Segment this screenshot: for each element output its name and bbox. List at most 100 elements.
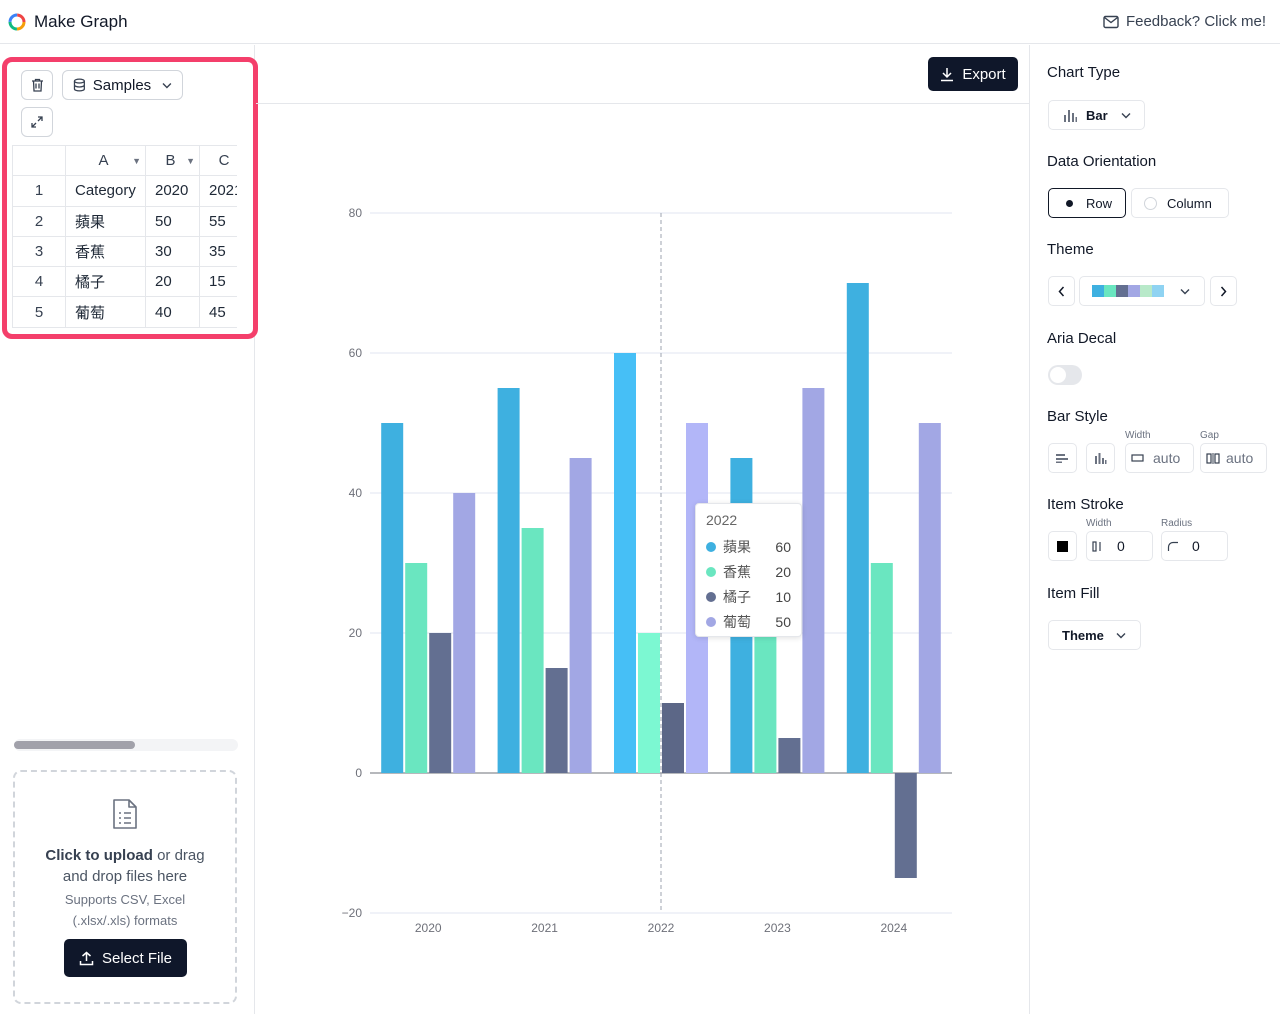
- expand-button[interactable]: [21, 107, 53, 137]
- bar: [521, 528, 544, 773]
- y-tick-label: 20: [349, 626, 363, 640]
- chart-area: Export −20 0 20 40 60 80 2020 2021 2022 2023 2024 …: [256, 45, 1030, 1014]
- stroke-width-input[interactable]: 0: [1086, 531, 1153, 561]
- table-row: 5 葡萄 40 45: [12, 296, 237, 328]
- grid-cell[interactable]: 香蕉: [65, 235, 146, 268]
- table-row: 1 Category 2020 2021: [12, 175, 237, 207]
- y-tick-label: 40: [349, 486, 363, 500]
- grid-cell[interactable]: 40: [145, 296, 200, 328]
- toggle-knob: [1050, 367, 1066, 383]
- caret-down-icon[interactable]: ▼: [132, 156, 141, 166]
- grid-cell[interactable]: 30: [145, 235, 200, 268]
- upload-link-text[interactable]: Click to upload: [45, 847, 153, 864]
- theme-select[interactable]: [1079, 276, 1205, 306]
- bar-vertical-button[interactable]: [1086, 443, 1115, 473]
- grid-cell[interactable]: 55: [199, 205, 237, 237]
- grid-cell[interactable]: 葡萄: [65, 296, 146, 328]
- theme-swatches: [1092, 285, 1164, 297]
- stroke-width-label: Width: [1086, 518, 1112, 529]
- theme-swatch: [1092, 285, 1104, 297]
- row-number: 5: [12, 296, 66, 328]
- bar: [569, 458, 592, 773]
- bar: [453, 493, 476, 773]
- grid-cell[interactable]: 50: [145, 205, 200, 237]
- chevron-down-icon: [1180, 288, 1190, 294]
- stroke-radius-input[interactable]: 0: [1161, 531, 1228, 561]
- theme-next-button[interactable]: [1210, 276, 1237, 306]
- feedback-link[interactable]: Feedback? Click me!: [1103, 13, 1266, 30]
- bar: [894, 773, 917, 878]
- samples-label: Samples: [92, 76, 152, 94]
- x-tick-label: 2022: [648, 921, 675, 935]
- grid-cell[interactable]: 45: [199, 296, 237, 328]
- column-header-a[interactable]: A ▼: [65, 145, 146, 177]
- chevron-down-icon: [162, 82, 172, 88]
- chart-type-select[interactable]: Bar: [1048, 100, 1145, 130]
- grid-cell[interactable]: Category: [65, 175, 146, 207]
- bar: [638, 633, 660, 773]
- grid-cell[interactable]: 橘子: [65, 266, 146, 298]
- grid-cell[interactable]: 2021: [199, 175, 237, 207]
- orientation-column-radio[interactable]: Column: [1131, 188, 1229, 218]
- feedback-label: Feedback? Click me!: [1125, 13, 1266, 30]
- select-file-button[interactable]: Select File: [64, 939, 187, 977]
- aria-decal-label: Aria Decal: [1047, 330, 1117, 347]
- expand-icon: [31, 116, 43, 128]
- column-header-c[interactable]: C▼: [199, 145, 237, 177]
- bar-gap-input[interactable]: auto: [1200, 443, 1267, 473]
- grid-header-row: A▼ B▼ C▼: [12, 145, 237, 177]
- bar: [545, 668, 568, 773]
- data-orientation-label: Data Orientation: [1047, 153, 1157, 170]
- bar: [778, 738, 801, 773]
- bar-width-input[interactable]: auto: [1125, 443, 1194, 473]
- row-number: 1: [12, 175, 66, 207]
- bar: [381, 423, 404, 773]
- trash-icon: [31, 78, 43, 92]
- mail-icon: [1103, 15, 1119, 28]
- orientation-row-radio[interactable]: Row: [1048, 188, 1126, 218]
- series-dot: [706, 541, 716, 552]
- grid-cell[interactable]: 20: [145, 266, 200, 298]
- brand[interactable]: Make Graph: [8, 12, 128, 32]
- grid-corner: [12, 145, 66, 177]
- data-grid[interactable]: A▼ B▼ C▼ 1 Category 2020 2021 2 蘋果 50 55…: [12, 145, 237, 328]
- width-icon: [1131, 454, 1144, 462]
- scrollbar-thumb[interactable]: [14, 741, 135, 749]
- item-stroke-label: Item Stroke: [1047, 496, 1124, 513]
- item-fill-select[interactable]: Theme: [1048, 620, 1141, 650]
- aria-decal-toggle[interactable]: [1048, 365, 1082, 385]
- bar: [870, 563, 893, 773]
- settings-panel: Chart Type Bar Data Orientation Row Colu…: [1031, 45, 1280, 1014]
- grid-cell[interactable]: 15: [199, 266, 237, 298]
- bar: [497, 388, 520, 773]
- delete-button[interactable]: [21, 70, 53, 100]
- bar-width-label: Width: [1125, 430, 1151, 441]
- grid-cell[interactable]: 35: [199, 235, 237, 268]
- horizontal-scrollbar[interactable]: [14, 739, 238, 751]
- column-header-b[interactable]: B ▼: [145, 145, 200, 177]
- file-dropzone[interactable]: Click to upload or drag and drop files h…: [13, 770, 237, 1004]
- theme-swatch: [1140, 285, 1152, 297]
- data-panel: Samples A▼ B▼ C▼ 1 Category 2020 2021: [0, 45, 258, 1014]
- grid-cell[interactable]: 2020: [145, 175, 200, 207]
- bar: [405, 563, 428, 773]
- series-dot: [706, 616, 716, 627]
- samples-dropdown[interactable]: Samples: [62, 70, 183, 100]
- theme-swatch: [1116, 285, 1128, 297]
- theme-prev-button[interactable]: [1048, 276, 1075, 306]
- x-tick-label: 2024: [880, 921, 907, 935]
- bar-chart[interactable]: −20 0 20 40 60 80 2020 2021 2022 2023 2024: [256, 45, 1030, 1014]
- caret-down-icon[interactable]: ▼: [186, 156, 195, 166]
- radio-selected-icon: [1063, 196, 1076, 210]
- bar-horizontal-button[interactable]: [1048, 443, 1077, 473]
- y-tick-label: 80: [349, 206, 363, 220]
- table-row: 4 橘子 20 15: [12, 266, 237, 298]
- bar-chart-icon: [1064, 109, 1077, 122]
- grid-cell[interactable]: 蘋果: [65, 205, 146, 237]
- row-number: 3: [12, 235, 66, 268]
- stroke-color-picker[interactable]: [1048, 531, 1077, 561]
- table-row: 2 蘋果 50 55: [12, 205, 237, 237]
- series-dot: [706, 591, 716, 602]
- y-tick-label: 0: [355, 766, 362, 780]
- x-tick-label: 2020: [415, 921, 442, 935]
